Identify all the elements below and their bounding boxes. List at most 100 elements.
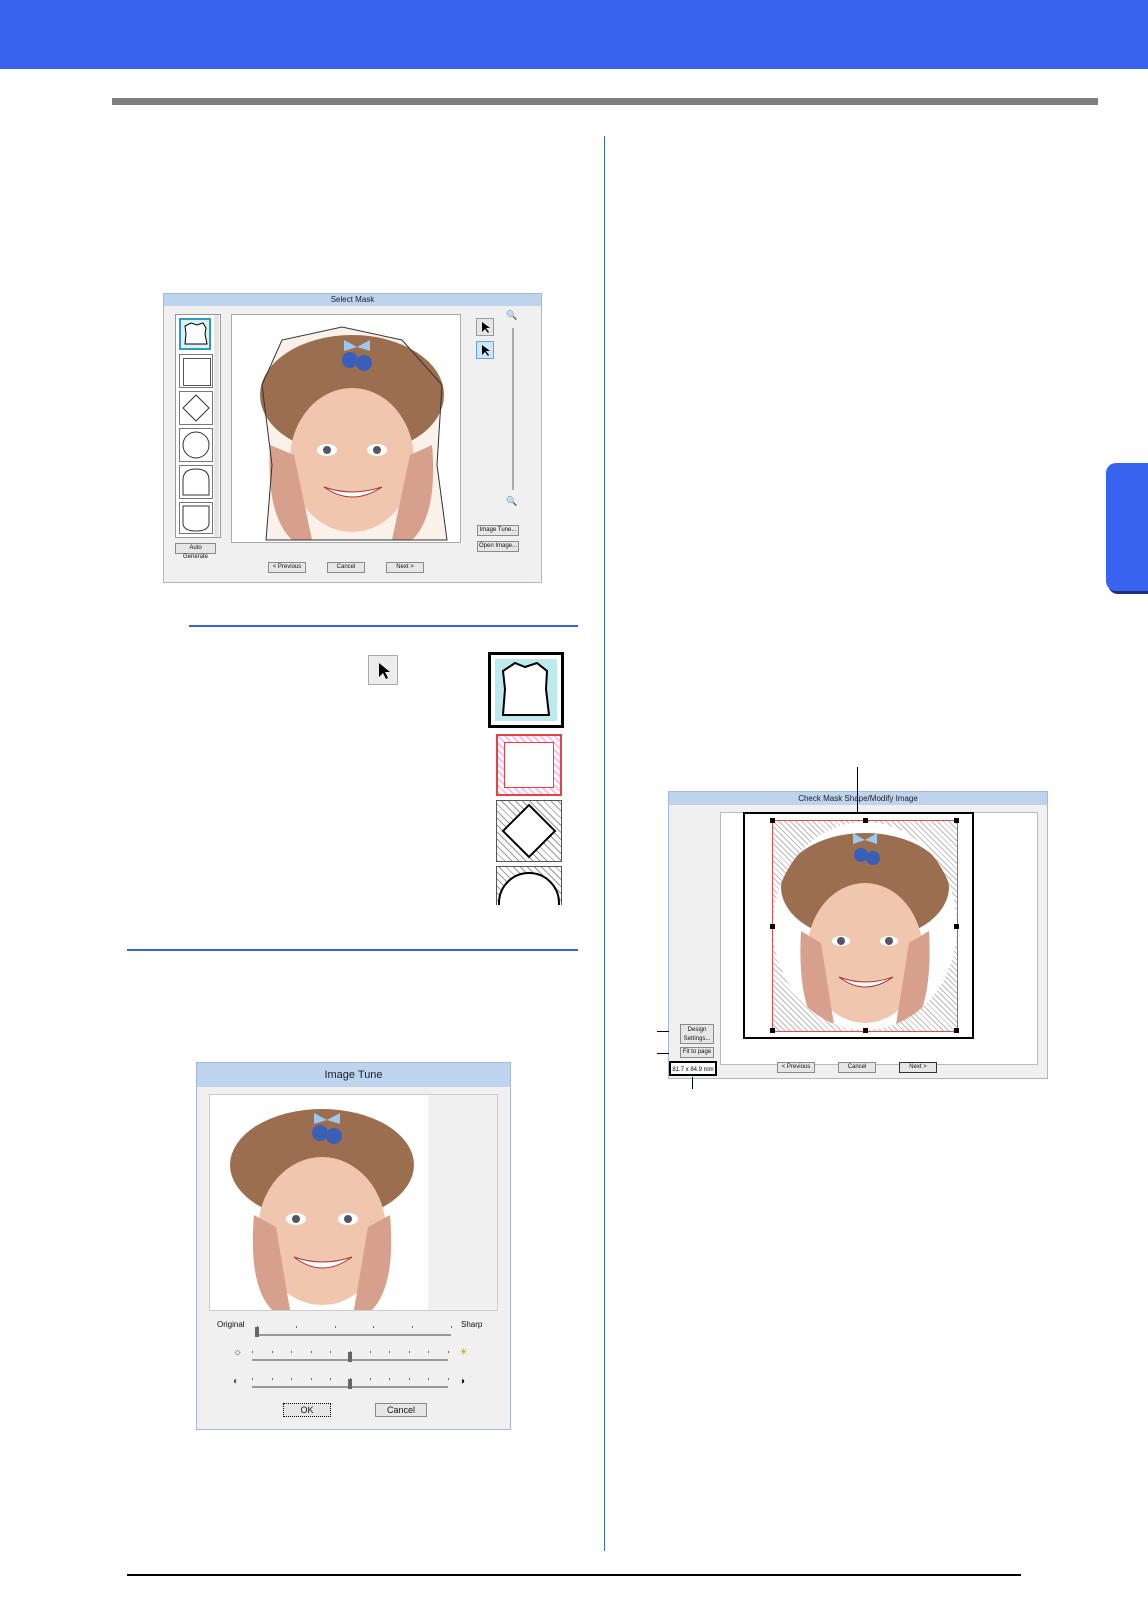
mask-list-scrollbar[interactable] — [214, 315, 219, 537]
previous-button[interactable]: < Previous — [777, 1062, 815, 1073]
inline-arrow-tool-icon — [368, 655, 398, 685]
mask-list-closeup — [486, 650, 570, 905]
zoom-out-icon[interactable]: 🔍 — [506, 496, 517, 507]
closeup-diamond-mask — [496, 800, 562, 862]
original-label: Original — [217, 1320, 245, 1329]
sharp-label: Sharp — [461, 1320, 483, 1329]
resize-handle[interactable] — [863, 818, 868, 823]
slider-tick — [330, 1378, 331, 1380]
slider-tick — [428, 1351, 429, 1353]
callout-line-design-settings — [657, 1031, 669, 1032]
slider-tick — [412, 1326, 413, 1328]
slider-tick — [409, 1351, 410, 1353]
slider-tick — [291, 1378, 292, 1380]
slider-tick — [451, 1326, 452, 1328]
slider-tick — [350, 1351, 351, 1353]
slider-tick — [448, 1351, 449, 1353]
note-rule-bottom — [127, 949, 578, 951]
circle-mask-icon — [498, 872, 560, 905]
image-tune-dialog: Image Tune Original Sharp ☼ ☀ ◐ ◑ OK Can… — [196, 1062, 511, 1430]
girl-photo-image — [773, 822, 957, 1030]
mask-list[interactable] — [175, 314, 221, 538]
design-settings-button[interactable]: Design Settings... — [680, 1024, 714, 1044]
slider-tick — [296, 1326, 297, 1328]
girl-photo-image — [260, 326, 448, 541]
resize-handle[interactable] — [863, 1028, 868, 1033]
slider-tick — [252, 1351, 253, 1353]
slider-tick — [409, 1378, 410, 1380]
ok-button[interactable]: OK — [283, 1403, 331, 1417]
mask-bounding-box[interactable] — [770, 818, 959, 1033]
slider-tick — [389, 1378, 390, 1380]
resize-handle[interactable] — [954, 818, 959, 823]
point-edit-tool-button[interactable] — [476, 341, 494, 359]
resize-handle[interactable] — [770, 818, 775, 823]
mask-thumb-diamond[interactable] — [179, 391, 213, 425]
top-rule — [112, 98, 1098, 105]
zoom-in-icon[interactable]: 🔍 — [506, 310, 517, 321]
mask-thumb-custom[interactable] — [179, 318, 211, 350]
closeup-selected-mask — [488, 652, 564, 728]
select-tool-button[interactable] — [476, 318, 494, 336]
arrow-icon — [482, 345, 490, 356]
callout-line-fit-to-page — [657, 1053, 669, 1054]
cancel-button[interactable]: Cancel — [375, 1403, 427, 1417]
detail-slider[interactable] — [257, 1334, 451, 1336]
mask-thumb-arch[interactable] — [179, 465, 213, 499]
circle-mask-icon — [182, 431, 210, 459]
check-mask-dialog: Check Mask Shape/Modify Image Design Set… — [668, 791, 1048, 1079]
brightness-slider-thumb[interactable] — [348, 1352, 352, 1362]
fit-to-page-button[interactable]: Fit to page — [680, 1047, 714, 1058]
arrow-icon — [379, 663, 390, 679]
diamond-mask-icon — [501, 803, 557, 859]
bottom-rule — [127, 1574, 1021, 1576]
slider-tick — [335, 1326, 336, 1328]
mask-thumb-circle[interactable] — [179, 428, 213, 462]
diamond-mask-icon — [182, 394, 210, 422]
callout-line-top — [857, 767, 858, 812]
slider-tick — [311, 1378, 312, 1380]
slider-tick — [428, 1378, 429, 1380]
resize-handle[interactable] — [954, 1028, 959, 1033]
slider-tick — [272, 1351, 273, 1353]
design-page-frame — [743, 812, 974, 1039]
detail-slider-thumb[interactable] — [255, 1327, 259, 1337]
rounded-mask-icon — [182, 505, 210, 532]
resize-handle[interactable] — [954, 924, 959, 929]
arrow-icon — [482, 322, 490, 333]
open-image-button[interactable]: Open Image... — [477, 541, 519, 552]
next-button[interactable]: Next > — [899, 1062, 937, 1073]
column-divider — [604, 136, 605, 1551]
slider-tick — [350, 1378, 351, 1380]
brightness-low-icon: ☼ — [233, 1347, 243, 1358]
brightness-high-icon: ☀ — [459, 1347, 468, 1358]
contrast-slider-thumb[interactable] — [348, 1379, 352, 1389]
slider-tick — [291, 1351, 292, 1353]
cancel-button[interactable]: Cancel — [838, 1062, 876, 1073]
previous-button[interactable]: < Previous — [268, 562, 306, 573]
closeup-circle-mask — [496, 866, 562, 905]
slider-tick — [257, 1326, 258, 1328]
mask-thumb-rounded[interactable] — [179, 502, 213, 534]
contrast-low-icon: ◐ — [233, 1376, 240, 1387]
slider-tick — [311, 1351, 312, 1353]
resize-handle[interactable] — [770, 924, 775, 929]
slider-tick — [252, 1378, 253, 1380]
mask-thumb-square[interactable] — [179, 354, 213, 388]
image-tune-title: Image Tune — [197, 1063, 510, 1087]
chapter-tab — [1106, 463, 1148, 591]
slider-tick — [448, 1378, 449, 1380]
auto-generate-button[interactable]: Auto Generate — [175, 543, 216, 560]
slider-tick — [272, 1378, 273, 1380]
select-mask-dialog: Select Mask 🔍 🔍 Image Tune... Open Image… — [163, 293, 542, 583]
slider-tick — [330, 1351, 331, 1353]
next-button[interactable]: Next > — [386, 562, 424, 573]
select-mask-preview[interactable] — [231, 314, 461, 543]
resize-handle[interactable] — [770, 1028, 775, 1033]
cancel-button[interactable]: Cancel — [327, 562, 365, 573]
image-tune-button[interactable]: Image Tune... — [477, 525, 519, 536]
slider-tick — [370, 1351, 371, 1353]
girl-photo-image — [210, 1095, 428, 1310]
zoom-slider[interactable] — [512, 328, 514, 490]
callout-line-size — [692, 1077, 693, 1089]
